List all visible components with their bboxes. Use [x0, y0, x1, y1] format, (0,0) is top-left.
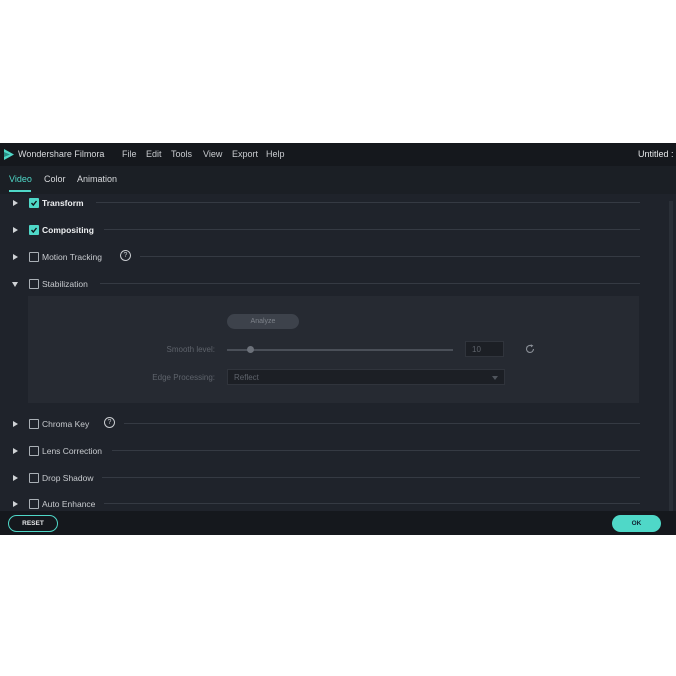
divider — [104, 503, 640, 504]
expand-arrow-icon[interactable] — [13, 254, 18, 260]
section-stabilization[interactable]: Stabilization — [0, 277, 660, 295]
section-label: Chroma Key — [42, 419, 90, 429]
section-label: Compositing — [42, 225, 94, 235]
divider — [100, 283, 640, 284]
divider — [96, 202, 640, 203]
menu-file[interactable]: File — [122, 149, 137, 159]
section-compositing[interactable]: Compositing — [0, 223, 660, 241]
ok-button[interactable]: OK — [612, 515, 661, 532]
smooth-level-slider-track[interactable] — [227, 349, 453, 351]
reset-button[interactable]: RESET — [8, 515, 58, 532]
smooth-level-input[interactable]: 10 — [465, 341, 504, 357]
chevron-down-icon — [492, 376, 498, 380]
section-transform[interactable]: Transform — [0, 196, 660, 214]
expand-arrow-icon[interactable] — [13, 227, 18, 233]
checkmark-icon — [30, 227, 38, 234]
tab-color[interactable]: Color — [44, 174, 66, 184]
section-lens-correction[interactable]: Lens Correction — [0, 444, 660, 462]
edge-processing-select[interactable]: Reflect — [227, 369, 505, 385]
help-icon[interactable]: ? — [120, 250, 131, 261]
help-icon[interactable]: ? — [104, 417, 115, 428]
menu-tools[interactable]: Tools — [171, 149, 192, 159]
section-label: Motion Tracking — [42, 252, 102, 262]
reset-icon[interactable] — [524, 343, 536, 355]
section-label: Stabilization — [42, 279, 88, 289]
section-motion-tracking[interactable]: Motion Tracking ? — [0, 250, 660, 268]
divider — [104, 229, 640, 230]
filmora-window: Wondershare Filmora File Edit Tools View… — [0, 143, 676, 535]
menu-bar: Wondershare Filmora File Edit Tools View… — [0, 143, 676, 166]
smooth-level-label: Smooth level: — [166, 345, 215, 354]
divider — [102, 477, 640, 478]
smooth-level-slider-handle[interactable] — [247, 346, 254, 353]
divider — [140, 256, 640, 257]
app-title: Wondershare Filmora — [18, 149, 105, 159]
analyze-button[interactable]: Analyze — [227, 314, 299, 329]
collapse-arrow-icon[interactable] — [12, 282, 18, 287]
section-label: Transform — [42, 198, 84, 208]
filmora-logo-icon — [4, 149, 14, 160]
section-label: Drop Shadow — [42, 473, 94, 483]
tab-bar: Video Color Animation — [0, 166, 676, 194]
transform-checkbox[interactable] — [29, 198, 39, 208]
stabilization-checkbox[interactable] — [29, 279, 39, 289]
edge-processing-value: Reflect — [234, 373, 259, 382]
tab-animation[interactable]: Animation — [77, 174, 117, 184]
menu-export[interactable]: Export — [232, 149, 258, 159]
expand-arrow-icon[interactable] — [13, 501, 18, 507]
tab-video[interactable]: Video — [9, 174, 32, 184]
auto-enhance-checkbox[interactable] — [29, 499, 39, 509]
active-tab-indicator — [9, 190, 31, 192]
edge-processing-label: Edge Processing: — [152, 373, 215, 382]
chroma-key-checkbox[interactable] — [29, 419, 39, 429]
section-chroma-key[interactable]: Chroma Key ? — [0, 417, 660, 435]
drop-shadow-checkbox[interactable] — [29, 473, 39, 483]
menu-help[interactable]: Help — [266, 149, 285, 159]
footer-bar: RESET OK — [0, 511, 676, 535]
divider — [112, 450, 640, 451]
menu-edit[interactable]: Edit — [146, 149, 162, 159]
lens-correction-checkbox[interactable] — [29, 446, 39, 456]
expand-arrow-icon[interactable] — [13, 421, 18, 427]
expand-arrow-icon[interactable] — [13, 200, 18, 206]
checkmark-icon — [30, 200, 38, 207]
document-title: Untitled : — [638, 149, 674, 159]
menu-view[interactable]: View — [203, 149, 222, 159]
motion-tracking-checkbox[interactable] — [29, 252, 39, 262]
stabilization-panel: Analyze Smooth level: 10 Edge Processing… — [28, 296, 639, 403]
divider — [124, 423, 640, 424]
section-drop-shadow[interactable]: Drop Shadow — [0, 471, 660, 489]
section-label: Lens Correction — [42, 446, 103, 456]
compositing-checkbox[interactable] — [29, 225, 39, 235]
scrollbar[interactable] — [669, 201, 673, 511]
expand-arrow-icon[interactable] — [13, 448, 18, 454]
expand-arrow-icon[interactable] — [13, 475, 18, 481]
section-label: Auto Enhance — [42, 499, 96, 509]
